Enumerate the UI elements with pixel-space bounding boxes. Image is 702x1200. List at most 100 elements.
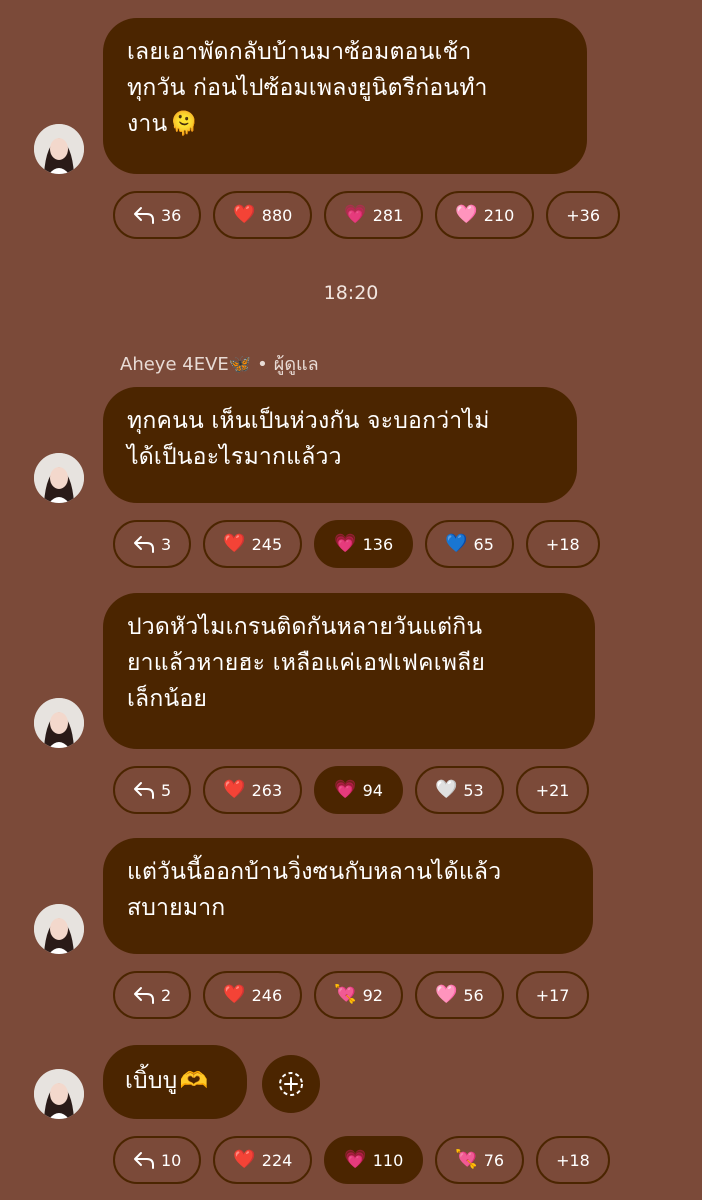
reaction-count: 76 <box>483 1150 505 1170</box>
reaction-pill[interactable]: 💘 92 <box>314 971 403 1019</box>
heart-hands-icon: 🫶 <box>179 1068 209 1094</box>
message-bubble[interactable]: เลยเอาพัดกลับบ้านมาซ้อมตอนเช้า ทุกวัน ก่… <box>103 18 587 174</box>
red-heart-icon: ❤️ <box>223 779 246 800</box>
avatar[interactable] <box>34 1069 84 1119</box>
avatar[interactable] <box>34 124 84 174</box>
timestamp: 18:20 <box>323 282 379 304</box>
red-heart-icon: ❤️ <box>223 533 246 554</box>
reaction-count: 245 <box>251 534 283 554</box>
more-count: +17 <box>535 985 570 1005</box>
reaction-count: 246 <box>251 985 283 1005</box>
pink-heart-icon: 💗 <box>334 779 357 800</box>
reaction-count: 224 <box>261 1150 293 1170</box>
reaction-pill[interactable]: ❤️ 245 <box>203 520 303 568</box>
red-heart-icon: ❤️ <box>223 984 246 1005</box>
reaction-row: 2 ❤️ 246 💘 92 🩷 56 +17 <box>113 971 590 1021</box>
melting-face-icon: 🫠 <box>169 111 199 137</box>
reply-icon <box>133 780 155 800</box>
pink-heart-icon: 💗 <box>344 1149 367 1170</box>
heart-with-arrow-icon: 💘 <box>455 1149 478 1170</box>
reaction-count: 65 <box>473 534 494 554</box>
reaction-pill-selected[interactable]: 💗 110 <box>324 1136 424 1184</box>
message-bubble[interactable]: ทุกคนน เห็นเป็นห่วงกัน จะบอกว่าไม่ ได้เป… <box>103 387 577 503</box>
light-pink-heart-icon: 🩷 <box>455 204 478 225</box>
reaction-pill[interactable]: 🩷 210 <box>435 191 535 239</box>
avatar[interactable] <box>34 698 84 748</box>
reply-icon <box>133 1150 155 1170</box>
reaction-count: 56 <box>463 985 484 1005</box>
more-reactions-button[interactable]: +17 <box>515 971 590 1019</box>
reply-icon <box>133 205 155 225</box>
reaction-count: 263 <box>251 780 283 800</box>
message-line: แต่วันนี้ออกบ้านวิ่งซนกับหลานได้แล้ว <box>127 859 502 885</box>
reaction-pill[interactable]: ❤️ 263 <box>203 766 303 814</box>
sender-line: Aheye 4EVE🦋 • ผู้ดูแล <box>120 349 319 378</box>
message-line: ได้เป็นอะไรมากแล้วว <box>127 444 342 470</box>
reaction-count: 136 <box>362 534 394 554</box>
message-bubble[interactable]: เบิ้บบู🫶 <box>103 1045 247 1119</box>
sender-role: ผู้ดูแล <box>273 354 319 375</box>
more-count: +21 <box>535 780 570 800</box>
pink-heart-icon: 💗 <box>334 533 357 554</box>
heart-with-arrow-icon: 💘 <box>334 984 357 1005</box>
pink-heart-icon: 💗 <box>344 204 367 225</box>
message-line: เล็กน้อย <box>127 686 208 712</box>
reaction-row: 3 ❤️ 245 💗 136 💙 65 +18 <box>113 520 600 570</box>
reaction-pill[interactable]: 💙 65 <box>425 520 514 568</box>
reaction-pill[interactable]: ❤️ 224 <box>213 1136 313 1184</box>
reply-button[interactable]: 3 <box>113 520 192 568</box>
reaction-row: 10 ❤️ 224 💗 110 💘 76 +18 <box>113 1136 610 1186</box>
message-line: ทุกวัน ก่อนไปซ้อมเพลงยูนิตรีก่อนทำ <box>127 75 488 101</box>
reaction-pill[interactable]: 💘 76 <box>435 1136 525 1184</box>
more-reactions-button[interactable]: +18 <box>525 520 600 568</box>
avatar[interactable] <box>34 453 84 503</box>
message-bubble[interactable]: ปวดหัวไมเกรนติดกันหลายวันแต่กิน ยาแล้วหา… <box>103 593 595 749</box>
red-heart-icon: ❤️ <box>233 1149 256 1170</box>
reply-count: 2 <box>161 985 172 1005</box>
avatar[interactable] <box>34 904 84 954</box>
message-line: เบิ้บบู <box>125 1068 178 1094</box>
blue-heart-icon: 💙 <box>445 533 468 554</box>
add-reaction-icon <box>279 1072 303 1096</box>
reaction-pill[interactable]: ❤️ 246 <box>203 971 303 1019</box>
reply-button[interactable]: 36 <box>113 191 202 239</box>
reaction-count: 53 <box>463 780 484 800</box>
more-count: +18 <box>556 1150 590 1170</box>
reply-count: 5 <box>161 780 172 800</box>
separator: • <box>257 354 268 375</box>
reply-count: 36 <box>161 205 182 225</box>
reaction-count: 92 <box>362 985 383 1005</box>
add-reaction-button[interactable] <box>262 1055 320 1113</box>
message-line: เลยเอาพัดกลับบ้านมาซ้อมตอนเช้า <box>127 39 472 65</box>
reaction-pill[interactable]: 🤍 53 <box>414 766 504 814</box>
red-heart-icon: ❤️ <box>233 204 256 225</box>
more-reactions-button[interactable]: +18 <box>536 1136 610 1184</box>
reply-icon <box>133 985 155 1005</box>
sender-name[interactable]: Aheye 4EVE🦋 <box>120 354 251 375</box>
message-line: งาน <box>127 111 168 137</box>
more-count: +36 <box>566 205 601 225</box>
reaction-pill-selected[interactable]: 💗 94 <box>314 766 403 814</box>
reaction-count: 281 <box>372 205 404 225</box>
white-heart-icon: 🤍 <box>434 779 458 800</box>
message-line: สบายมาก <box>127 895 226 921</box>
message-line: ปวดหัวไมเกรนติดกันหลายวันแต่กิน <box>127 614 483 640</box>
reaction-row: 5 ❤️ 263 💗 94 🤍 53 +21 <box>113 766 590 816</box>
reaction-pill[interactable]: 💗 281 <box>324 191 424 239</box>
reply-button[interactable]: 2 <box>113 971 192 1019</box>
reaction-count: 94 <box>362 780 383 800</box>
reaction-pill[interactable]: ❤️ 880 <box>213 191 313 239</box>
reaction-pill[interactable]: 🩷 56 <box>414 971 504 1019</box>
message-bubble[interactable]: แต่วันนี้ออกบ้านวิ่งซนกับหลานได้แล้ว สบา… <box>103 838 593 954</box>
more-reactions-button[interactable]: +36 <box>546 191 621 239</box>
more-reactions-button[interactable]: +21 <box>515 766 590 814</box>
reaction-count: 110 <box>372 1150 404 1170</box>
light-pink-heart-icon: 🩷 <box>434 984 458 1005</box>
reply-count: 3 <box>161 534 172 554</box>
reaction-count: 210 <box>483 205 515 225</box>
reply-button[interactable]: 5 <box>113 766 192 814</box>
reply-button[interactable]: 10 <box>113 1136 202 1184</box>
reply-icon <box>133 534 155 554</box>
reaction-pill-selected[interactable]: 💗 136 <box>314 520 414 568</box>
message-line: ทุกคนน เห็นเป็นห่วงกัน จะบอกว่าไม่ <box>127 408 490 434</box>
